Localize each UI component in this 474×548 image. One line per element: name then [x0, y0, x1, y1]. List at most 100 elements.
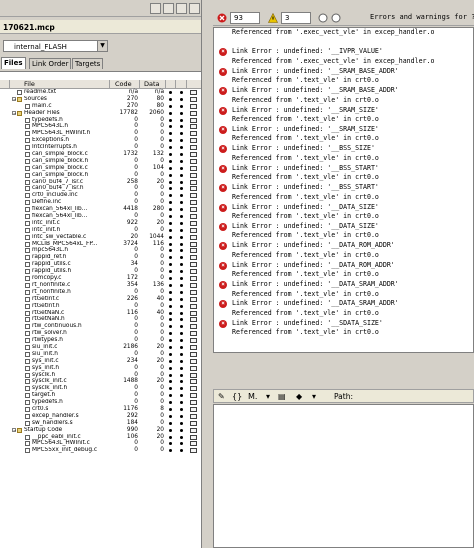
debug-bullet-icon[interactable]	[169, 215, 172, 219]
debug-bullet-icon[interactable]	[169, 421, 172, 425]
file-row[interactable]: rtGetInf.h 0 0	[0, 303, 201, 310]
target-bullet-icon[interactable]	[180, 221, 183, 225]
target-bullet-icon[interactable]	[180, 180, 183, 184]
debug-bullet-icon[interactable]	[169, 132, 172, 136]
file-row[interactable]: rtwtypes.h 0 0	[0, 337, 201, 344]
touch-icon[interactable]	[190, 282, 197, 288]
file-row[interactable]: rtw_continuous.h 0 0	[0, 323, 201, 330]
collapse-toggle-icon[interactable]: −	[12, 96, 16, 101]
touch-icon[interactable]	[190, 220, 197, 226]
touch-icon[interactable]	[190, 420, 197, 426]
target-bullet-icon[interactable]	[180, 146, 183, 150]
file-row[interactable]: rappid_utils.h 0 0	[0, 268, 201, 275]
touch-icon[interactable]	[190, 324, 197, 330]
error-message[interactable]: × Link Error : undefined: '__DATA_SIZE' Re…	[214, 203, 473, 222]
target-bullet-icon[interactable]	[180, 428, 183, 432]
col-data[interactable]: Data	[140, 80, 166, 89]
debug-bullet-icon[interactable]	[169, 283, 172, 287]
debug-bullet-icon[interactable]	[169, 359, 172, 363]
target-bullet-icon[interactable]	[180, 325, 183, 329]
debug-bullet-icon[interactable]	[169, 387, 172, 391]
debug-bullet-icon[interactable]	[169, 249, 172, 253]
target-bullet-icon[interactable]	[180, 345, 183, 349]
touch-icon[interactable]	[190, 158, 197, 164]
info-icon[interactable]	[318, 13, 328, 23]
file-row[interactable]: intc_init.h 0 0	[0, 227, 201, 234]
file-row[interactable]: crt0_include.inc 0 0	[0, 192, 201, 199]
target-bullet-icon[interactable]	[180, 125, 183, 129]
debug-bullet-icon[interactable]	[169, 228, 172, 232]
file-row[interactable]: can0_buf4_7_isr.c 258 20	[0, 179, 201, 186]
target-bullet-icon[interactable]	[180, 414, 183, 418]
file-row[interactable]: sysclk_init.h 0 0	[0, 385, 201, 392]
touch-icon[interactable]	[190, 172, 197, 178]
debug-bullet-icon[interactable]	[169, 401, 172, 405]
touch-icon[interactable]	[190, 138, 197, 144]
debug-bullet-icon[interactable]	[169, 256, 172, 260]
debug-bullet-icon[interactable]	[169, 263, 172, 267]
target-bullet-icon[interactable]	[180, 339, 183, 343]
function-popup-icon[interactable]: ✎	[218, 391, 225, 402]
target-bullet-icon[interactable]	[180, 91, 183, 94]
touch-icon[interactable]	[190, 193, 197, 199]
file-row[interactable]: intc_sw_vectable.c 20 1044	[0, 234, 201, 241]
debug-bullet-icon[interactable]	[169, 318, 172, 322]
file-row[interactable]: sys_init.h 0 0	[0, 365, 201, 372]
file-row[interactable]: IntcInterrupts.h 0 0	[0, 144, 201, 151]
touch-icon[interactable]	[190, 96, 197, 102]
debug-bullet-icon[interactable]	[169, 414, 172, 418]
debug-bullet-icon[interactable]	[169, 435, 172, 439]
touch-icon[interactable]	[190, 434, 197, 440]
error-message[interactable]: × Link Error : undefined: '__BSS_START' Re…	[214, 183, 473, 202]
debug-bullet-icon[interactable]	[169, 242, 172, 246]
touch-icon[interactable]	[190, 406, 197, 412]
debug-bullet-icon[interactable]	[169, 366, 172, 370]
file-row[interactable]: can_simple_block.c 0 104	[0, 165, 201, 172]
debug-bullet-icon[interactable]	[169, 173, 172, 177]
file-row[interactable]: main.c 270 80	[0, 103, 201, 110]
error-message[interactable]: × Link Error : undefined: '__SDATA_SIZE' R…	[214, 319, 473, 338]
col-code[interactable]: Code	[110, 80, 140, 89]
touch-icon[interactable]	[190, 365, 197, 371]
file-row[interactable]: can_simple_block.c 1732 132	[0, 151, 201, 158]
touch-icon[interactable]	[190, 386, 197, 392]
touch-icon[interactable]	[190, 241, 197, 247]
file-row[interactable]: rt_nonfinite.c 354 136	[0, 282, 201, 289]
target-bullet-icon[interactable]	[180, 263, 183, 267]
debug-bullet-icon[interactable]	[169, 194, 172, 198]
touch-icon[interactable]	[190, 124, 197, 130]
touch-icon[interactable]	[190, 289, 197, 295]
debug-bullet-icon[interactable]	[169, 339, 172, 343]
touch-icon[interactable]	[190, 200, 197, 206]
touch-icon[interactable]	[190, 110, 197, 116]
folder-row[interactable]: − Startup Code 990 20	[0, 427, 201, 434]
debug-bullet-icon[interactable]	[169, 352, 172, 356]
touch-icon[interactable]	[190, 344, 197, 350]
touch-icon[interactable]	[190, 179, 197, 185]
target-bullet-icon[interactable]	[180, 352, 183, 356]
debug-bullet-icon[interactable]	[169, 407, 172, 411]
col-file[interactable]: File	[10, 80, 110, 89]
file-row[interactable]: rtGetNaN.h 0 0	[0, 316, 201, 323]
col-check[interactable]	[0, 80, 10, 89]
debug-bullet-icon[interactable]	[169, 146, 172, 150]
target-bullet-icon[interactable]	[180, 373, 183, 377]
debug-bullet-icon[interactable]	[169, 297, 172, 301]
file-row[interactable]: readme.txt n/a n/a	[0, 89, 201, 96]
target-bullet-icon[interactable]	[180, 449, 183, 453]
touch-icon[interactable]	[190, 117, 197, 123]
file-row[interactable]: crt0.s 1176 8	[0, 406, 201, 413]
file-row[interactable]: sys_init.c 234 20	[0, 358, 201, 365]
target-bullet-icon[interactable]	[180, 318, 183, 322]
error-message[interactable]: × Link Error : undefined: '__DATA_ROM_ADD…	[214, 261, 473, 280]
debug-bullet-icon[interactable]	[169, 139, 172, 143]
file-row[interactable]: siu_init.h 0 0	[0, 351, 201, 358]
tab-targets[interactable]: Targets	[72, 58, 104, 69]
error-message[interactable]: × Link Error : undefined: '__BSS_START' Re…	[214, 164, 473, 183]
target-bullet-icon[interactable]	[180, 132, 183, 136]
touch-icon[interactable]	[190, 358, 197, 364]
touch-icon[interactable]	[190, 427, 197, 433]
target-bullet-icon[interactable]	[180, 387, 183, 391]
pane-splitter[interactable]	[213, 356, 474, 386]
settings-popup-icon[interactable]: ◆	[296, 391, 302, 402]
